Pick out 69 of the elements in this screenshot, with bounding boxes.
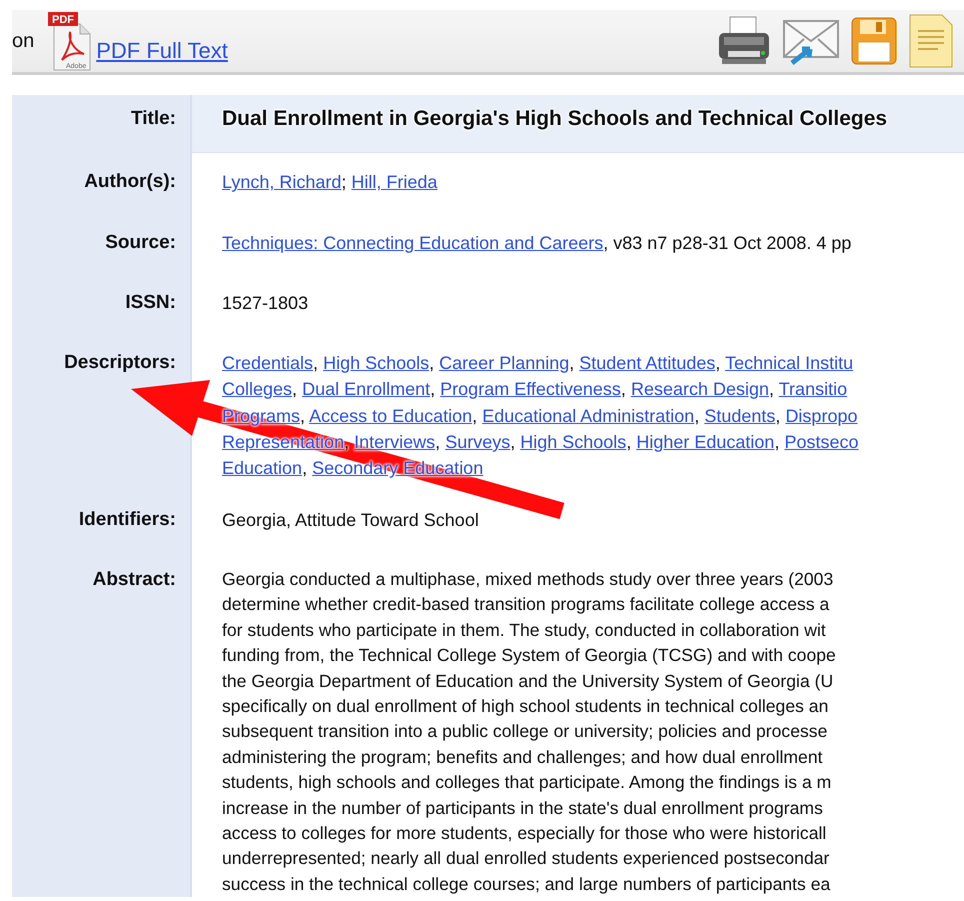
term-link[interactable]: Credentials	[222, 353, 314, 374]
separator: ,	[715, 353, 720, 374]
separator: ,	[292, 379, 298, 400]
term-link[interactable]: Dual Enrollment	[302, 379, 430, 400]
abstract-line: subsequent transition into a public college or university; policies and processe	[222, 720, 828, 744]
field-label: Identifiers:	[12, 490, 192, 551]
term-link[interactable]: Postseco	[784, 432, 859, 452]
abstract-line: for students who participate in them. The study, conducted in collaboration wit	[222, 618, 827, 642]
abstract-line: specifically on dual enrollment of high school students in technical colleges an	[222, 695, 830, 718]
term-link[interactable]: Education	[222, 458, 302, 478]
term-link[interactable]: Lynch, Richard	[222, 172, 342, 192]
record-title: Dual Enrollment in Georgia's High Schools and Technical Colleges	[222, 107, 888, 130]
term-link[interactable]: Career Planning	[439, 353, 570, 374]
abstract-line: Georgia conducted a multiphase, mixed methods study over three years (2003	[222, 568, 834, 591]
abstract-line: the Georgia Department of Education and the University System of Georgia (U	[222, 670, 834, 693]
term-link[interactable]: Students	[704, 406, 776, 426]
separator: ,	[769, 379, 774, 400]
field-label: Title:	[12, 95, 192, 154]
term-link[interactable]: Access to Education	[309, 406, 472, 426]
abstract-line: success in the technical college courses; and large numbers of participants ea	[222, 872, 832, 896]
abstract-line: determine whether credit-based transition programs facilitate college access a	[222, 593, 830, 616]
document-icon[interactable]	[908, 13, 954, 69]
term-link[interactable]: Higher Education	[636, 432, 774, 452]
term-link[interactable]: Hill, Frieda	[351, 172, 438, 192]
separator: ,	[775, 406, 780, 426]
term-link[interactable]: Surveys	[445, 432, 510, 452]
separator: ,	[435, 432, 440, 452]
term-link[interactable]: High Schools	[323, 353, 430, 374]
separator: ,	[430, 379, 436, 400]
pdf-full-text-link[interactable]: PDF Full Text	[96, 38, 228, 64]
field-label: Source:	[12, 214, 192, 274]
field-label: Abstract:	[12, 550, 192, 898]
term-link[interactable]: Student Attitudes	[579, 353, 716, 374]
abstract-line: increase in the number of participants in the state's dual enrollment programs	[222, 796, 824, 820]
field-label: Descriptors:	[12, 334, 192, 491]
term-link[interactable]: High Schools	[520, 432, 626, 452]
separator: ,	[472, 406, 478, 426]
term-link[interactable]: Program Effectiveness	[440, 379, 621, 400]
separator: ,	[620, 379, 626, 400]
separator: ,	[774, 432, 780, 452]
term-link[interactable]: Educational Administration	[482, 406, 694, 426]
toolbar-label: on	[12, 30, 34, 52]
separator: ,	[302, 458, 308, 478]
separator: ,	[694, 406, 700, 426]
field-value: Georgia, Attitude Toward School	[222, 508, 480, 532]
abstract-line: underrepresented; nearly all dual enrolled students experienced postsecondar	[222, 847, 830, 870]
separator: ,	[313, 353, 318, 374]
field-value: 1527-1803	[222, 292, 310, 315]
field-label: Author(s):	[12, 153, 192, 214]
separator: ,	[569, 353, 574, 374]
separator: ,	[344, 432, 350, 452]
abstract-line: administering the program; benefits and challenges; and how dual enrollment	[222, 746, 824, 769]
term-link[interactable]: Research Design	[630, 379, 770, 400]
term-link[interactable]: Transitio	[778, 379, 848, 400]
field-label: ISSN:	[12, 274, 192, 334]
separator: ,	[510, 432, 516, 452]
separator: ;	[341, 172, 346, 192]
term-link[interactable]: Dispropo	[785, 406, 858, 426]
separator: ,	[626, 432, 632, 452]
term-link[interactable]: Colleges	[222, 379, 292, 400]
source-link[interactable]: Techniques: Connecting Education and Careers	[222, 232, 604, 253]
abstract-line: access to colleges for more students, especially for those who were historicall	[222, 822, 828, 846]
source-details: , v83 n7 p28-31 Oct 2008. 4 pp	[603, 232, 852, 253]
separator: ,	[300, 406, 306, 426]
term-link[interactable]: Interviews	[354, 432, 436, 452]
separator: ,	[429, 353, 434, 374]
abstract-line: students, high schools and colleges that participate. Among the findings is a m	[222, 771, 832, 794]
abstract-line: funding from, the Technical College System of Georgia (TCSG) and with coope	[222, 644, 837, 668]
term-link[interactable]: Technical Institu	[725, 353, 854, 374]
